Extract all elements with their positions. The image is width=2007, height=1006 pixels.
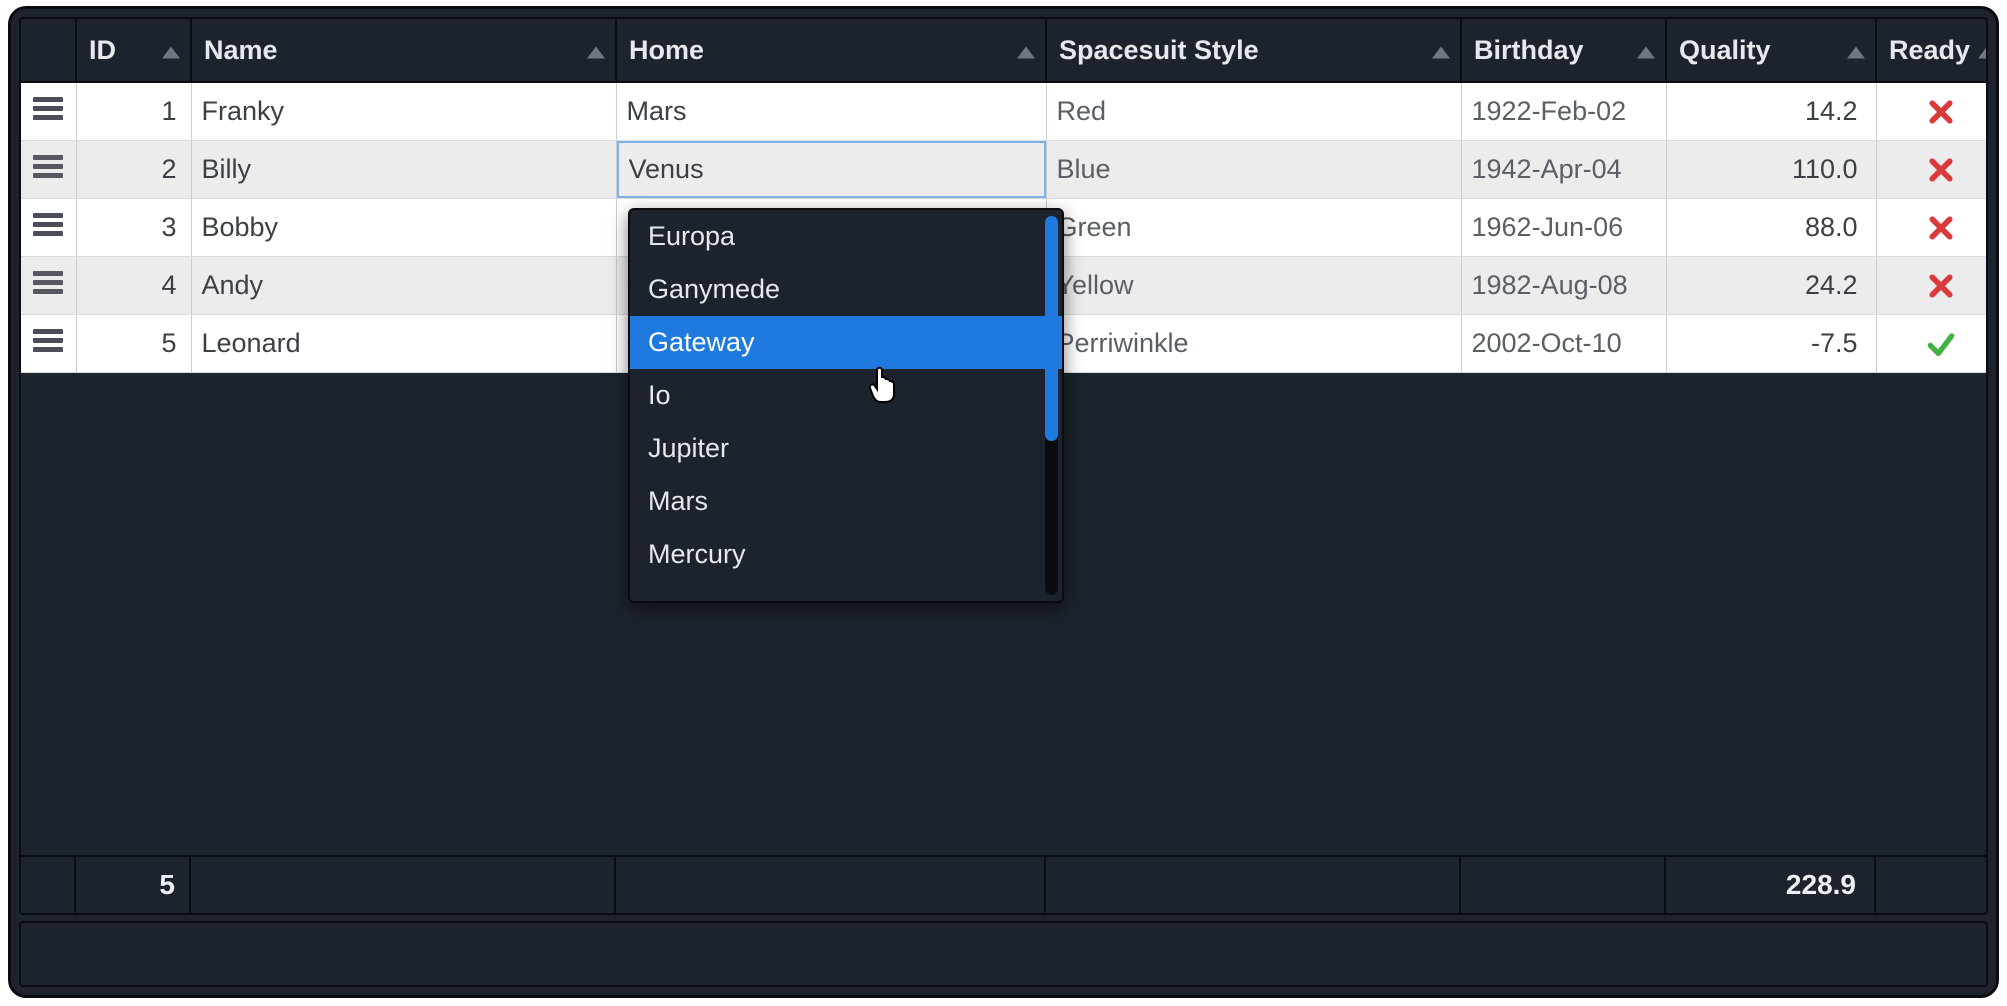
cell-quality[interactable]: 24.2: [1666, 257, 1876, 315]
cell-quality[interactable]: 14.2: [1666, 82, 1876, 141]
header-style-label: Spacesuit Style: [1059, 35, 1259, 65]
cell-id[interactable]: 3: [76, 199, 191, 257]
header-name-label: Name: [204, 35, 278, 65]
drag-handle-icon: [33, 267, 63, 298]
dropdown-option[interactable]: Gateway: [630, 316, 1062, 369]
header-name[interactable]: Name: [191, 19, 616, 82]
cell-ready[interactable]: [1876, 257, 1988, 315]
sort-asc-icon: [587, 35, 605, 66]
cell-quality[interactable]: 88.0: [1666, 199, 1876, 257]
sort-asc-icon: [1017, 35, 1035, 66]
cell-home[interactable]: Mars: [616, 82, 1046, 141]
cell-spacesuit-style[interactable]: Perriwinkle: [1046, 315, 1461, 373]
header-row: ID Name Home Spacesuit Style: [21, 19, 1988, 82]
header-ready[interactable]: Ready: [1876, 19, 1988, 82]
header-quality[interactable]: Quality: [1666, 19, 1876, 82]
cell-home-editor[interactable]: [617, 141, 1046, 198]
drag-handle-icon: [33, 93, 63, 124]
cell-name[interactable]: Andy: [191, 257, 616, 315]
cross-icon: [1887, 155, 1989, 185]
sort-asc-icon: [1978, 35, 1988, 66]
summary-name: [191, 857, 616, 913]
row-drag-handle[interactable]: [21, 199, 76, 257]
summary-home: [616, 857, 1046, 913]
header-style[interactable]: Spacesuit Style: [1046, 19, 1461, 82]
home-dropdown[interactable]: EuropaGanymedeGatewayIoJupiterMarsMercur…: [628, 208, 1064, 603]
cell-id[interactable]: 2: [76, 141, 191, 199]
cell-name[interactable]: Franky: [191, 82, 616, 141]
table-row[interactable]: 1FrankyMarsRed1922-Feb-0214.2: [21, 82, 1988, 141]
cell-birthday[interactable]: 1962-Jun-06: [1461, 199, 1666, 257]
cross-icon: [1887, 271, 1989, 301]
cell-id[interactable]: 1: [76, 82, 191, 141]
dropdown-option[interactable]: Mercury: [630, 528, 1062, 581]
cell-birthday[interactable]: 1922-Feb-02: [1461, 82, 1666, 141]
cross-icon: [1887, 97, 1989, 127]
summary-row: 5 228.9: [21, 855, 1986, 913]
cell-name[interactable]: Leonard: [191, 315, 616, 373]
cross-icon: [1887, 213, 1989, 243]
header-home[interactable]: Home: [616, 19, 1046, 82]
cell-birthday[interactable]: 1942-Apr-04: [1461, 141, 1666, 199]
summary-count: 5: [76, 857, 191, 913]
cell-id[interactable]: 4: [76, 257, 191, 315]
row-drag-handle[interactable]: [21, 315, 76, 373]
dropdown-option[interactable]: Mars: [630, 475, 1062, 528]
cell-birthday[interactable]: 2002-Oct-10: [1461, 315, 1666, 373]
dropdown-option[interactable]: Jupiter: [630, 422, 1062, 475]
header-quality-label: Quality: [1679, 35, 1771, 65]
cell-ready[interactable]: [1876, 141, 1988, 199]
drag-handle-icon: [33, 209, 63, 240]
row-drag-handle[interactable]: [21, 82, 76, 141]
cell-birthday[interactable]: 1982-Aug-08: [1461, 257, 1666, 315]
header-ready-label: Ready: [1889, 35, 1970, 65]
summary-style: [1046, 857, 1461, 913]
check-icon: [1887, 328, 1989, 360]
summary-quality-sum: 228.9: [1666, 857, 1876, 913]
header-id-label: ID: [89, 35, 116, 65]
sort-asc-icon: [1847, 35, 1865, 66]
cell-name[interactable]: Bobby: [191, 199, 616, 257]
dropdown-option[interactable]: Io: [630, 369, 1062, 422]
row-drag-handle[interactable]: [21, 257, 76, 315]
header-id[interactable]: ID: [76, 19, 191, 82]
cell-ready[interactable]: [1876, 315, 1988, 373]
sort-asc-icon: [162, 35, 180, 66]
status-bar: [19, 921, 1988, 987]
header-home-label: Home: [629, 35, 704, 65]
dropdown-option[interactable]: Europa: [630, 210, 1062, 263]
sort-asc-icon: [1432, 35, 1450, 66]
dropdown-option[interactable]: Ganymede: [630, 263, 1062, 316]
cell-quality[interactable]: -7.5: [1666, 315, 1876, 373]
cell-quality[interactable]: 110.0: [1666, 141, 1876, 199]
cell-home[interactable]: [616, 141, 1046, 199]
dropdown-scrollbar-thumb[interactable]: [1045, 216, 1058, 441]
header-drag[interactable]: [21, 19, 76, 82]
cell-spacesuit-style[interactable]: Red: [1046, 82, 1461, 141]
table-row[interactable]: 2Billy Blue1942-Apr-04110.0: [21, 141, 1988, 199]
summary-drag: [21, 857, 76, 913]
header-birthday-label: Birthday: [1474, 35, 1584, 65]
summary-ready: [1876, 857, 1986, 913]
row-drag-handle[interactable]: [21, 141, 76, 199]
sort-asc-icon: [1637, 35, 1655, 66]
cell-id[interactable]: 5: [76, 315, 191, 373]
header-birthday[interactable]: Birthday: [1461, 19, 1666, 82]
app-frame: ID Name Home Spacesuit Style: [8, 6, 1999, 998]
cell-spacesuit-style[interactable]: Yellow: [1046, 257, 1461, 315]
cell-name[interactable]: Billy: [191, 141, 616, 199]
cell-ready[interactable]: [1876, 199, 1988, 257]
cell-spacesuit-style[interactable]: Green: [1046, 199, 1461, 257]
summary-bday: [1461, 857, 1666, 913]
drag-handle-icon: [33, 325, 63, 356]
drag-handle-icon: [33, 151, 63, 182]
cell-spacesuit-style[interactable]: Blue: [1046, 141, 1461, 199]
cell-ready[interactable]: [1876, 82, 1988, 141]
